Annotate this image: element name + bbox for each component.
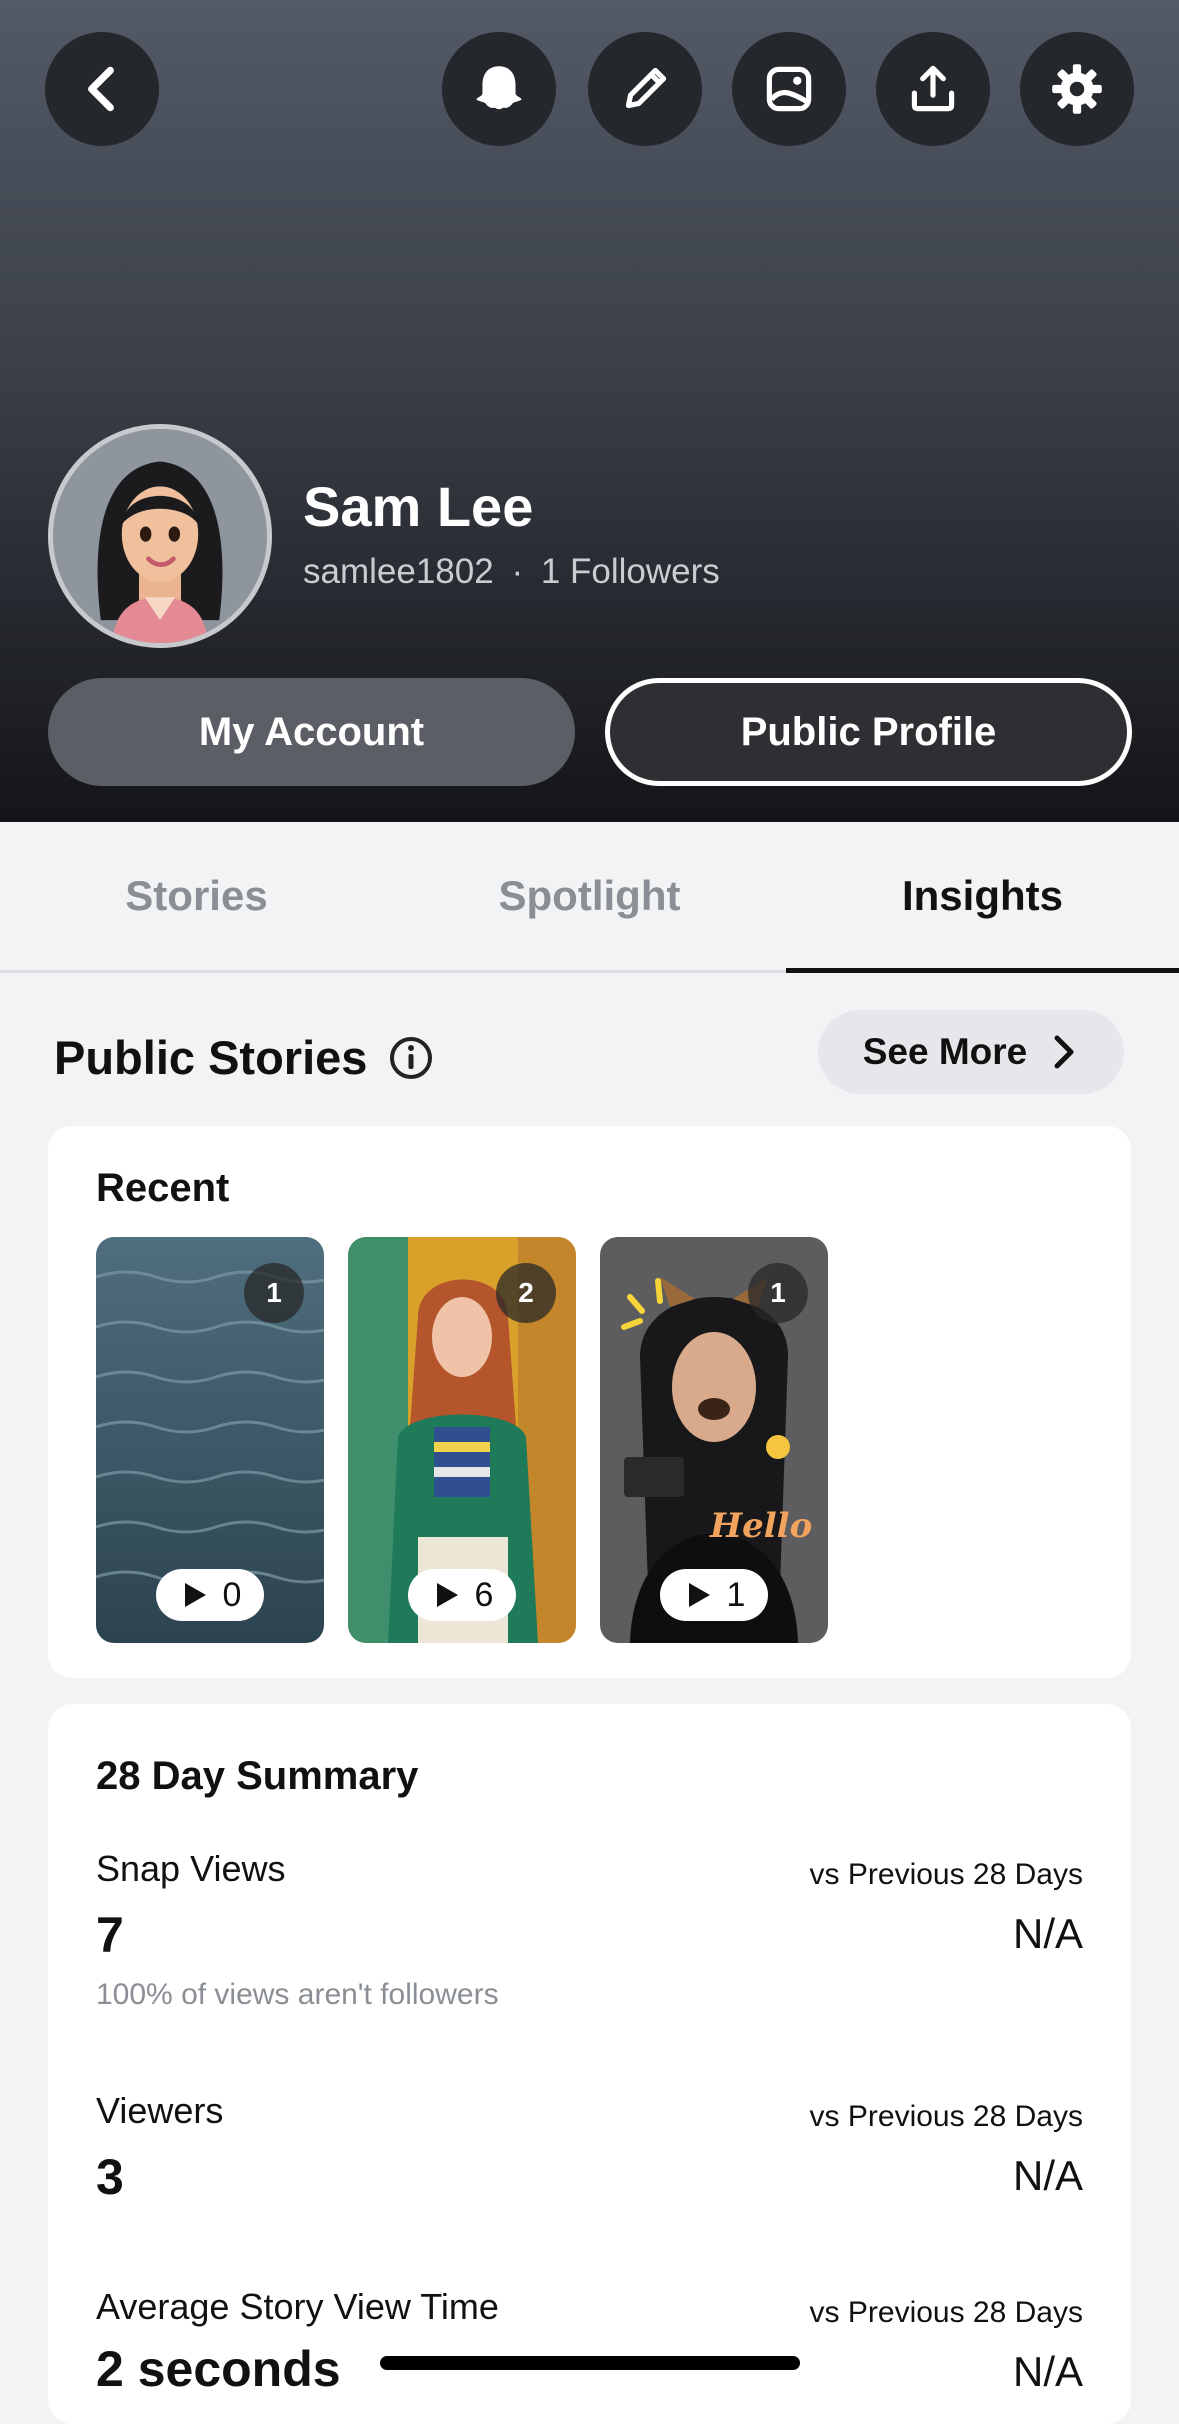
profile-name: Sam Lee: [303, 475, 534, 538]
story-thumbnail[interactable]: 1 0: [96, 1237, 324, 1643]
profile-subline: samlee1802 · 1 Followers: [303, 552, 720, 592]
image-icon: [766, 66, 812, 112]
viewers-compare-value: N/A: [1012, 2152, 1083, 2199]
gear-icon: [1052, 64, 1102, 114]
share-button[interactable]: [876, 32, 990, 146]
username: samlee1802: [303, 552, 494, 591]
avatar[interactable]: [48, 424, 272, 648]
story-count-badge: 2: [496, 1263, 556, 1323]
info-icon[interactable]: [387, 1034, 435, 1082]
snap-views-label: Snap Views: [96, 1848, 286, 1889]
tab-stories[interactable]: Stories: [0, 822, 393, 970]
upload-icon: [911, 65, 955, 112]
svg-text:Hello: Hello: [709, 1506, 812, 1546]
tab-spotlight[interactable]: Spotlight: [393, 822, 786, 970]
public-stories-heading: Public Stories: [54, 1030, 435, 1085]
play-icon: [436, 1583, 458, 1607]
viewers-compare-label: vs Previous 28 Days: [809, 2100, 1083, 2133]
summary-title: 28 Day Summary: [96, 1754, 419, 1798]
profile-tabs: Stories Spotlight Insights: [0, 822, 1179, 973]
home-indicator[interactable]: [380, 2356, 800, 2370]
back-chevron-icon: [88, 66, 114, 112]
play-icon: [688, 1583, 710, 1607]
snap-views-note: 100% of views aren't followers: [96, 1978, 499, 2011]
story-views-pill: 0: [156, 1569, 264, 1621]
chevron-right-icon: [1054, 1035, 1074, 1069]
snap-views-value: 7: [96, 1907, 124, 1963]
ghost-icon: [476, 66, 522, 110]
see-more-label: See More: [862, 1031, 1028, 1072]
back-button[interactable]: [45, 32, 159, 146]
separator-dot: ·: [511, 552, 524, 591]
recent-title: Recent: [96, 1166, 230, 1210]
profile-header: Sam Lee samlee1802 · 1 Followers My Acco…: [0, 0, 1179, 822]
public-stories-title: Public Stories: [54, 1031, 368, 1084]
public-profile-button[interactable]: Public Profile: [605, 678, 1132, 786]
viewers-value: 3: [96, 2149, 124, 2205]
play-icon: [184, 1583, 206, 1607]
followers-count[interactable]: 1 Followers: [541, 552, 720, 591]
story-thumbnail[interactable]: Hello 1 1: [600, 1237, 828, 1643]
snap-views-compare-label: vs Previous 28 Days: [809, 1858, 1083, 1891]
avg-view-time-value: 2 seconds: [96, 2341, 341, 2397]
avg-view-time-label: Average Story View Time: [96, 2286, 499, 2327]
bitmoji-avatar-image: [53, 429, 267, 643]
avg-view-time-compare-label: vs Previous 28 Days: [809, 2296, 1083, 2329]
my-account-button[interactable]: My Account: [48, 678, 575, 786]
story-views-count: 1: [726, 1575, 746, 1614]
avg-view-time-compare-value: N/A: [1012, 2348, 1083, 2395]
snap-views-compare-value: N/A: [1012, 1910, 1083, 1957]
story-count-badge: 1: [244, 1263, 304, 1323]
story-thumbnail[interactable]: 2 6: [348, 1237, 576, 1643]
see-more-button[interactable]: See More: [818, 1010, 1124, 1094]
settings-button[interactable]: [1020, 32, 1134, 146]
pencil-icon: [625, 67, 667, 109]
story-views-count: 0: [222, 1575, 242, 1614]
story-views-count: 6: [474, 1575, 494, 1614]
story-views-pill: 1: [660, 1569, 768, 1621]
viewers-label: Viewers: [96, 2090, 224, 2131]
story-views-pill: 6: [408, 1569, 516, 1621]
edit-button[interactable]: [588, 32, 702, 146]
ghost-button[interactable]: [442, 32, 556, 146]
tab-insights[interactable]: Insights: [786, 822, 1179, 973]
story-count-badge: 1: [748, 1263, 808, 1323]
image-button[interactable]: [732, 32, 846, 146]
